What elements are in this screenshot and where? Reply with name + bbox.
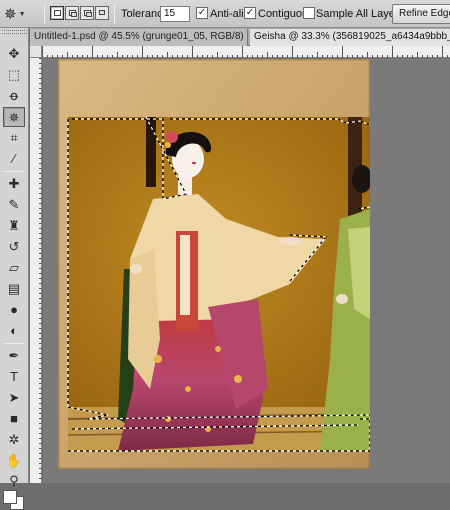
clone-stamp-icon[interactable]: ♜ — [3, 216, 25, 236]
sample-all-layers-label: Sample All Layers — [316, 8, 405, 20]
sample-all-layers-checkbox[interactable] — [303, 7, 315, 19]
tab-untitled-1[interactable]: Untitled-1.psd @ 45.5% (grunge01_05, RGB… — [30, 29, 248, 46]
shape-icon[interactable]: ■ — [3, 409, 25, 429]
divider — [114, 4, 115, 24]
tab-label: Untitled-1.psd @ 45.5% (grunge01_05, RGB… — [34, 31, 248, 42]
new-selection-icon — [54, 10, 61, 16]
pen-icon[interactable]: ✒ — [3, 346, 25, 366]
tool-preset-picker[interactable]: ✵ ▼ — [4, 4, 38, 24]
new-selection-button[interactable] — [50, 6, 64, 20]
gradient-icon[interactable]: ▤ — [3, 279, 25, 299]
lasso-icon[interactable]: ꝋ — [3, 86, 25, 106]
crop-icon[interactable]: ⌗ — [3, 128, 25, 148]
divider — [4, 343, 24, 344]
zoom-icon[interactable]: ⚲ — [3, 471, 25, 491]
foreground-color-swatch[interactable] — [3, 490, 17, 504]
tolerance-input[interactable]: 15 — [160, 6, 190, 22]
move-icon[interactable]: ✥ — [3, 44, 25, 64]
intersect-selection-button[interactable] — [95, 6, 109, 20]
chevron-down-icon: ▼ — [18, 10, 26, 18]
toolbox: ✥ ⬚ ꝋ ✵ ⌗ ⁄ ✚ ✎ ♜ ↺ ▱ ▤ ● ◐ ✒ T ➤ ■ ✲ ✋ … — [0, 28, 29, 510]
antialias-checkbox[interactable]: ✓ — [196, 7, 208, 19]
toolbox-grip[interactable] — [2, 30, 27, 34]
magic-wand-icon: ✵ — [4, 6, 17, 23]
refine-edge-button[interactable]: Refine Edge... — [392, 4, 450, 24]
3d-rotate-icon[interactable]: ✲ — [3, 430, 25, 450]
intersect-selection-icon — [99, 10, 105, 15]
eraser-icon[interactable]: ▱ — [3, 258, 25, 278]
brush-icon[interactable]: ✎ — [3, 195, 25, 215]
divider — [44, 4, 45, 24]
add-to-selection-button[interactable] — [65, 6, 79, 20]
document-tab-strip: Untitled-1.psd @ 45.5% (grunge01_05, RGB… — [30, 28, 450, 46]
tab-geisha[interactable]: Geisha @ 33.3% (356819025_a6434a9bbb_o, … — [250, 29, 450, 46]
geisha-photo — [58, 59, 370, 469]
marquee-icon[interactable]: ⬚ — [3, 65, 25, 85]
divider — [4, 171, 24, 172]
options-bar: ✵ ▼ Tolerance: 15 ✓ Anti-alias ✓ Contigu… — [0, 0, 450, 28]
history-brush-icon[interactable]: ↺ — [3, 237, 25, 257]
type-icon[interactable]: T — [3, 367, 25, 387]
vertical-ruler — [30, 46, 42, 483]
path-selection-icon[interactable]: ➤ — [3, 388, 25, 408]
tab-label: Geisha @ 33.3% (356819025_a6434a9bbb_o, … — [254, 31, 450, 42]
subtract-from-selection-button[interactable] — [80, 6, 94, 20]
blur-icon[interactable]: ● — [3, 300, 25, 320]
magic-wand-icon[interactable]: ✵ — [3, 107, 25, 127]
dodge-icon[interactable]: ◐ — [3, 321, 25, 341]
hand-icon[interactable]: ✋ — [3, 451, 25, 471]
eyedropper-icon[interactable]: ⁄ — [3, 149, 25, 169]
horizontal-ruler — [42, 46, 450, 58]
contiguous-checkbox[interactable]: ✓ — [244, 7, 256, 19]
healing-brush-icon[interactable]: ✚ — [3, 174, 25, 194]
ruler-origin[interactable] — [30, 46, 42, 58]
document-canvas[interactable] — [43, 59, 450, 483]
